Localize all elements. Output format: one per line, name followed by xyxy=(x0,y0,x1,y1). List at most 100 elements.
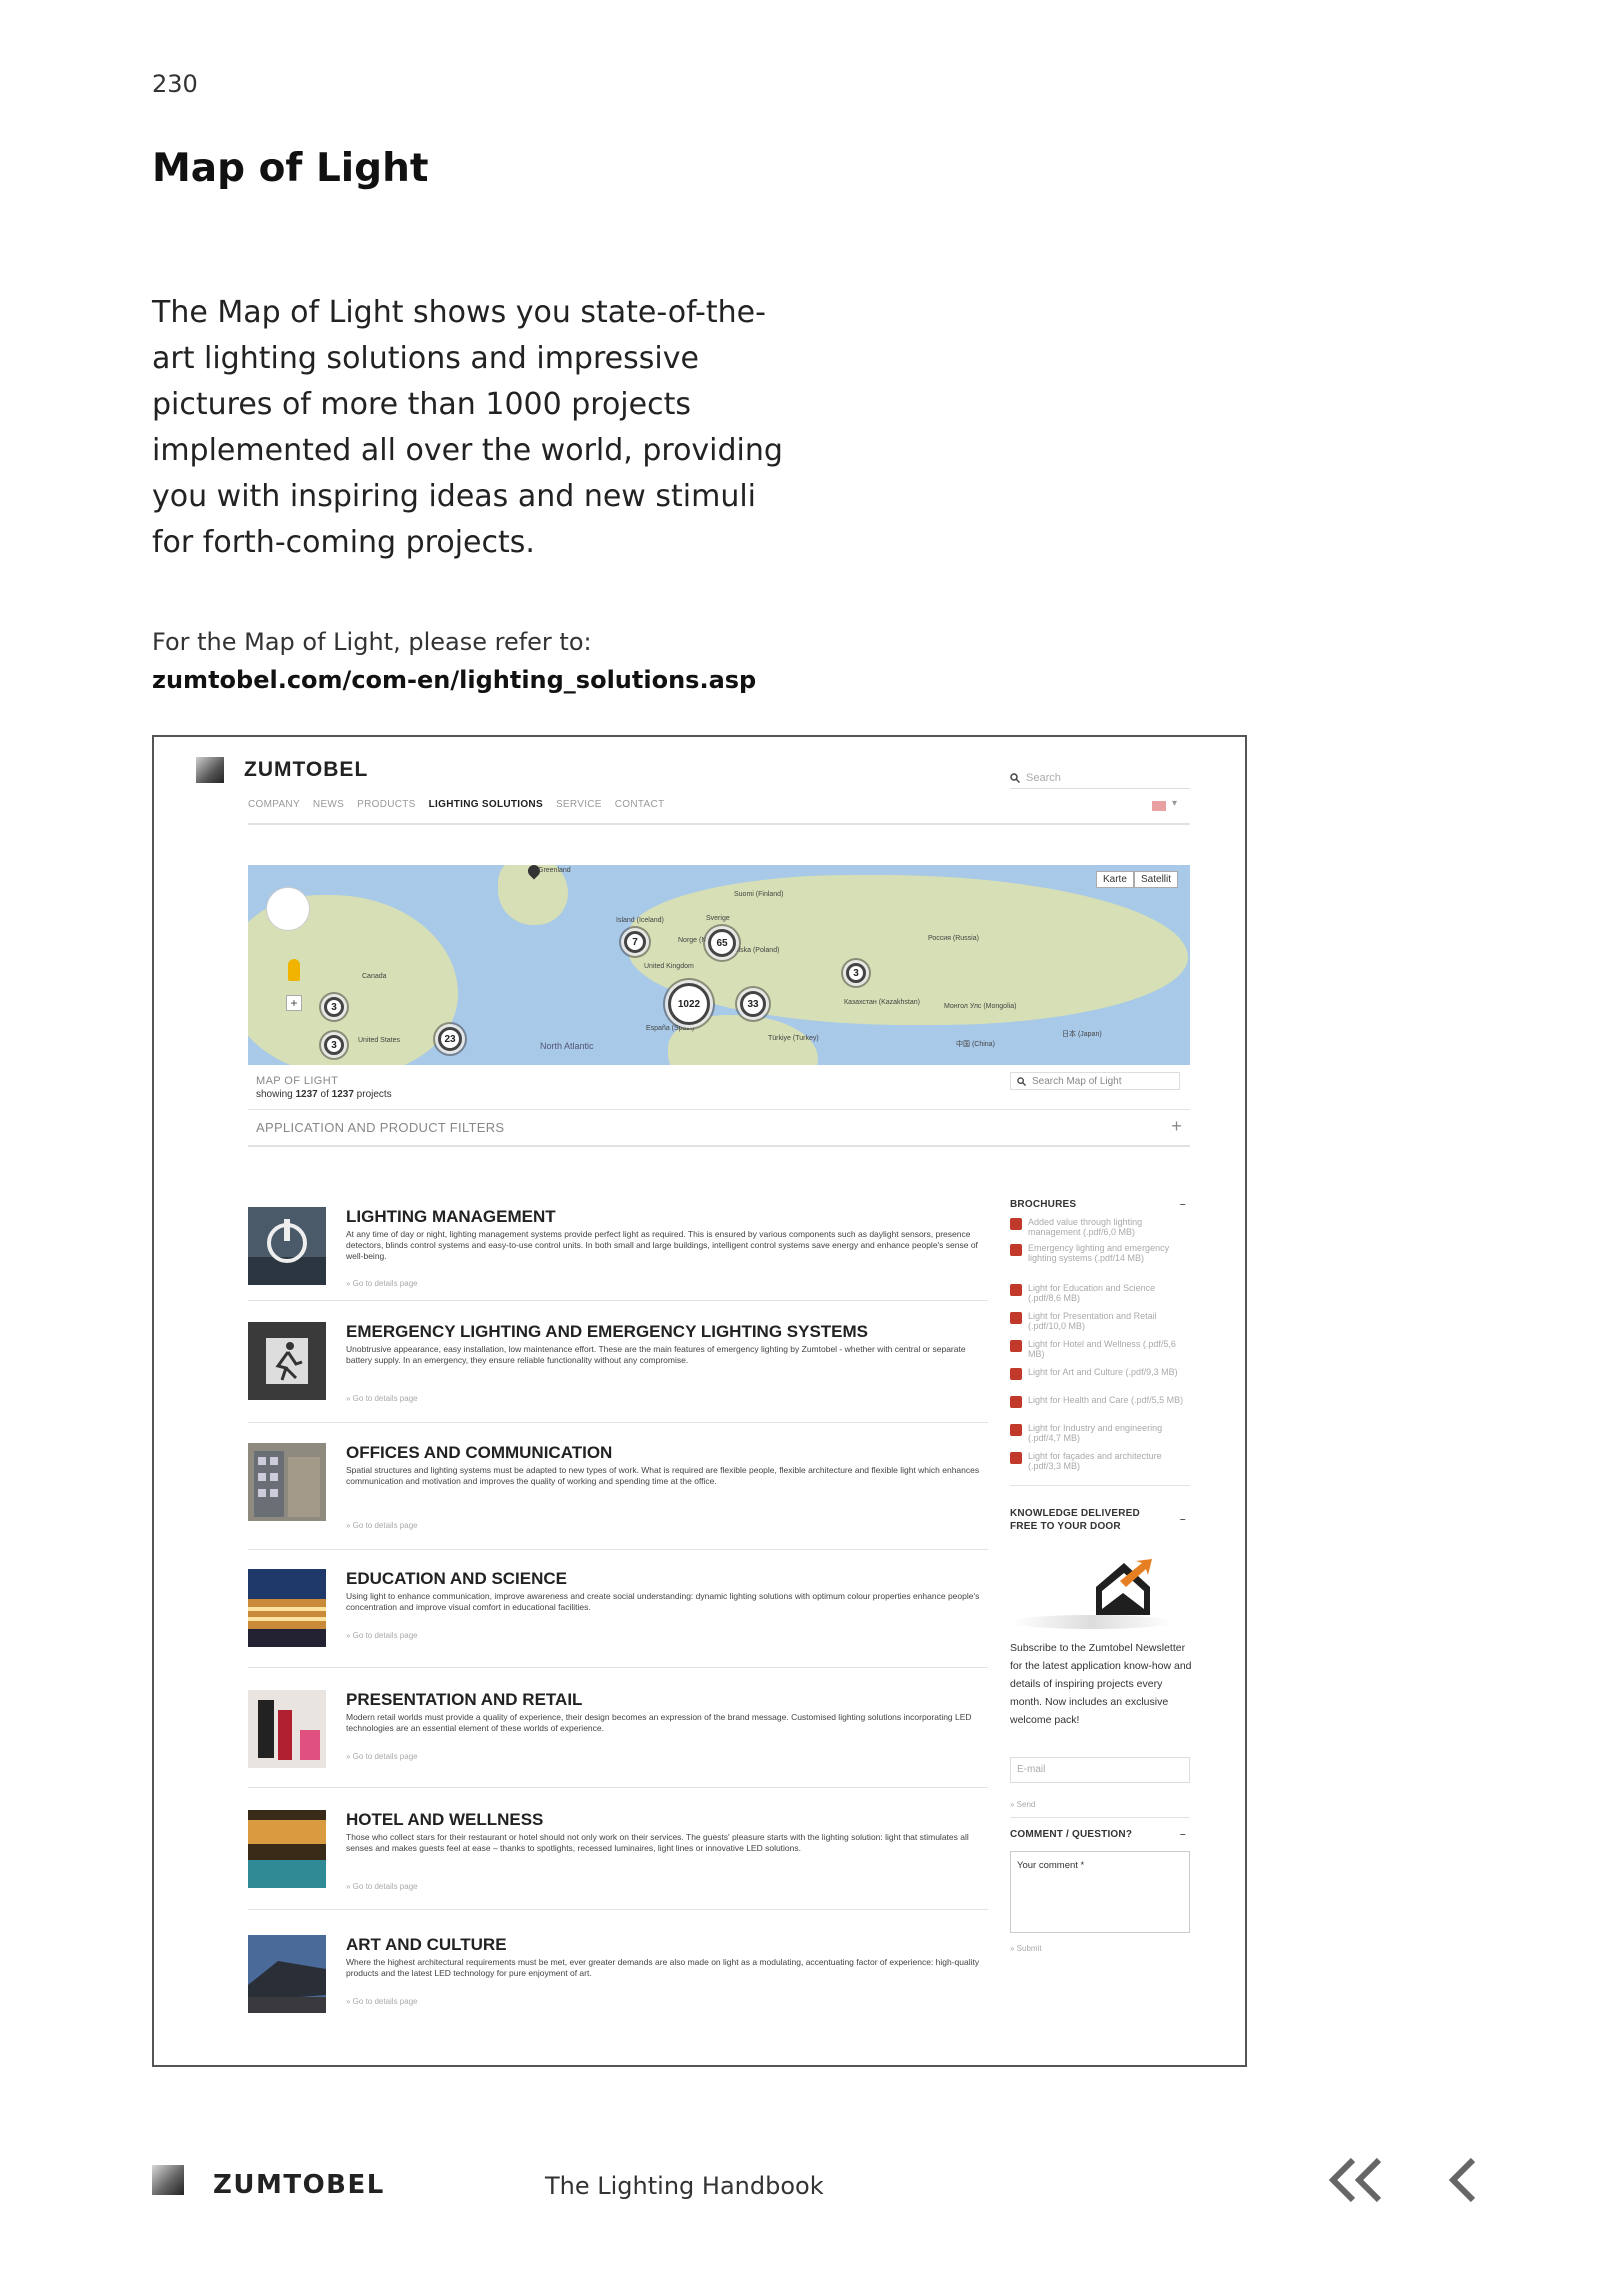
nav-item-contact[interactable]: CONTACT xyxy=(615,799,665,810)
solution-title[interactable]: LIGHTING MANAGEMENT xyxy=(346,1207,556,1227)
comment-field[interactable]: Your comment * xyxy=(1010,1851,1190,1933)
collapse-brochures-icon[interactable]: – xyxy=(1180,1199,1186,1210)
solution-description: Those who collect stars for their restau… xyxy=(346,1832,969,1853)
solution-item: EDUCATION AND SCIENCE Using light to enh… xyxy=(248,1569,988,1649)
map-cluster[interactable]: 1022 xyxy=(668,983,710,1025)
details-link[interactable]: » Go to details page xyxy=(346,1752,418,1761)
language-flag-icon[interactable] xyxy=(1152,801,1166,811)
comment-heading: COMMENT / QUESTION? – xyxy=(1010,1829,1190,1840)
map-label-mongolia: Монгол Улс (Mongolia) xyxy=(944,1003,1017,1010)
brochure-link[interactable]: Light for Hotel and Wellness (.pdf/5,6 M… xyxy=(1010,1339,1190,1359)
site-search-input[interactable]: Search xyxy=(1010,767,1190,789)
art-culture-thumbnail[interactable] xyxy=(248,1935,326,2013)
solution-title[interactable]: OFFICES AND COMMUNICATION xyxy=(346,1443,612,1463)
solution-item: LIGHTING MANAGEMENT At any time of day o… xyxy=(248,1207,988,1288)
solution-title[interactable]: EDUCATION AND SCIENCE xyxy=(346,1569,567,1589)
page-title: Map of Light xyxy=(152,146,429,191)
map-search-input[interactable]: Search Map of Light xyxy=(1010,1072,1180,1090)
website-screenshot: ZUMTOBEL COMPANY NEWS PRODUCTS LIGHTING … xyxy=(152,735,1247,2067)
solution-title[interactable]: ART AND CULTURE xyxy=(346,1935,507,1955)
brochure-label: Light for Hotel and Wellness (.pdf/5,6 M… xyxy=(1028,1339,1176,1359)
brochure-link[interactable]: Light for Education and Science (.pdf/8,… xyxy=(1010,1283,1190,1303)
map-cluster[interactable]: 33 xyxy=(740,991,766,1017)
map-cluster[interactable]: 7 xyxy=(624,931,646,953)
submit-button[interactable]: » Submit xyxy=(1010,1944,1042,1953)
map-label-poland: Polska (Poland) xyxy=(730,947,780,954)
pdf-icon xyxy=(1010,1218,1022,1230)
lighting-management-thumbnail[interactable] xyxy=(248,1207,326,1285)
brochure-link[interactable]: Added value through lighting management … xyxy=(1010,1217,1190,1237)
main-nav: COMPANY NEWS PRODUCTS LIGHTING SOLUTIONS… xyxy=(248,799,664,810)
nav-item-news[interactable]: NEWS xyxy=(313,799,344,810)
brochure-label: Light for Art and Culture (.pdf/9,3 MB) xyxy=(1028,1367,1178,1377)
brochure-link[interactable]: Emergency lighting and emergency lightin… xyxy=(1010,1243,1190,1263)
details-link[interactable]: » Go to details page xyxy=(346,1882,418,1891)
solution-title[interactable]: PRESENTATION AND RETAIL xyxy=(346,1690,582,1710)
brochures-title: BROCHURES xyxy=(1010,1199,1077,1210)
footer-title: The Lighting Handbook xyxy=(545,2172,824,2200)
map-cluster[interactable]: 23 xyxy=(438,1027,462,1051)
map-cluster[interactable]: 65 xyxy=(708,929,736,957)
solution-item: HOTEL AND WELLNESS Those who collect sta… xyxy=(248,1810,988,1891)
offices-thumbnail[interactable] xyxy=(248,1443,326,1521)
map-cluster[interactable]: 3 xyxy=(846,963,866,983)
count-total: 1237 xyxy=(331,1089,354,1100)
pdf-icon xyxy=(1010,1244,1022,1256)
pdf-icon xyxy=(1010,1312,1022,1324)
details-link[interactable]: » Go to details page xyxy=(346,1279,418,1288)
collapse-newsletter-icon[interactable]: – xyxy=(1180,1513,1186,1526)
details-link[interactable]: » Go to details page xyxy=(346,1521,418,1530)
map-cluster[interactable]: 3 xyxy=(324,997,344,1017)
street-view-icon[interactable] xyxy=(288,959,300,981)
chevron-down-icon[interactable]: ▾ xyxy=(1172,798,1177,809)
nav-item-lighting-solutions[interactable]: LIGHTING SOLUTIONS xyxy=(429,799,543,810)
mail-icon-shadow xyxy=(1012,1615,1172,1629)
details-link[interactable]: » Go to details page xyxy=(346,1631,418,1640)
newsletter-title-line-2: FREE TO YOUR DOOR xyxy=(1010,1521,1121,1532)
map-label-iceland: Island (Iceland) xyxy=(616,917,664,924)
map-cluster[interactable]: 3 xyxy=(324,1035,344,1055)
map-of-light-map[interactable]: + Karte Satellit Canada United States No… xyxy=(248,865,1190,1065)
map-of-light-title: MAP OF LIGHT xyxy=(256,1075,339,1087)
pdf-icon xyxy=(1010,1452,1022,1464)
retail-thumbnail[interactable] xyxy=(248,1690,326,1768)
education-thumbnail[interactable] xyxy=(248,1569,326,1647)
brochure-link[interactable]: Light for Art and Culture (.pdf/9,3 MB) xyxy=(1010,1367,1190,1380)
first-page-icon[interactable] xyxy=(1325,2150,1387,2210)
application-product-filters[interactable]: APPLICATION AND PRODUCT FILTERS + xyxy=(248,1109,1190,1147)
map-pan-control[interactable] xyxy=(266,887,310,931)
nav-item-company[interactable]: COMPANY xyxy=(248,799,300,810)
zumtobel-site-logo[interactable]: ZUMTOBEL xyxy=(196,757,368,783)
emergency-lighting-thumbnail[interactable] xyxy=(248,1322,326,1400)
solution-title[interactable]: EMERGENCY LIGHTING AND EMERGENCY LIGHTIN… xyxy=(346,1322,868,1342)
map-label-greenland: Greenland xyxy=(538,867,571,874)
refer-url[interactable]: zumtobel.com/com-en/lighting_solutions.a… xyxy=(152,666,756,694)
previous-page-icon[interactable] xyxy=(1445,2150,1481,2210)
hotel-wellness-thumbnail[interactable] xyxy=(248,1810,326,1888)
nav-item-service[interactable]: SERVICE xyxy=(556,799,602,810)
map-label-spain: España (Spain) xyxy=(646,1025,695,1032)
details-link[interactable]: » Go to details page xyxy=(346,1997,418,2006)
logo-wordmark: ZUMTOBEL xyxy=(244,758,369,781)
map-type-karte[interactable]: Karte xyxy=(1096,871,1134,888)
collapse-comment-icon[interactable]: – xyxy=(1180,1829,1186,1840)
map-type-satellit[interactable]: Satellit xyxy=(1134,871,1179,888)
solution-title[interactable]: HOTEL AND WELLNESS xyxy=(346,1810,543,1830)
brochure-link[interactable]: Light for façades and architecture (.pdf… xyxy=(1010,1451,1190,1471)
brochure-link[interactable]: Light for Industry and engineering (.pdf… xyxy=(1010,1423,1190,1443)
newsletter-description: Subscribe to the Zumtobel Newsletter for… xyxy=(1010,1642,1192,1726)
search-icon xyxy=(1010,772,1020,783)
map-label-usa: United States xyxy=(358,1037,401,1044)
brochure-link[interactable]: Light for Presentation and Retail (.pdf/… xyxy=(1010,1311,1190,1331)
email-field[interactable]: E-mail xyxy=(1010,1757,1190,1783)
solution-item: EMERGENCY LIGHTING AND EMERGENCY LIGHTIN… xyxy=(248,1322,988,1403)
map-search-placeholder: Search Map of Light xyxy=(1032,1075,1122,1087)
brochure-link[interactable]: Light for Health and Care (.pdf/5,5 MB) xyxy=(1010,1395,1190,1408)
send-button[interactable]: » Send xyxy=(1010,1800,1035,1809)
details-link[interactable]: » Go to details page xyxy=(346,1394,418,1403)
map-label-canada: Canada xyxy=(362,973,387,980)
map-zoom-in-button[interactable]: + xyxy=(286,995,302,1011)
expand-filters-icon[interactable]: + xyxy=(1171,1116,1182,1137)
count-of: of xyxy=(320,1089,329,1100)
nav-item-products[interactable]: PRODUCTS xyxy=(357,799,416,810)
